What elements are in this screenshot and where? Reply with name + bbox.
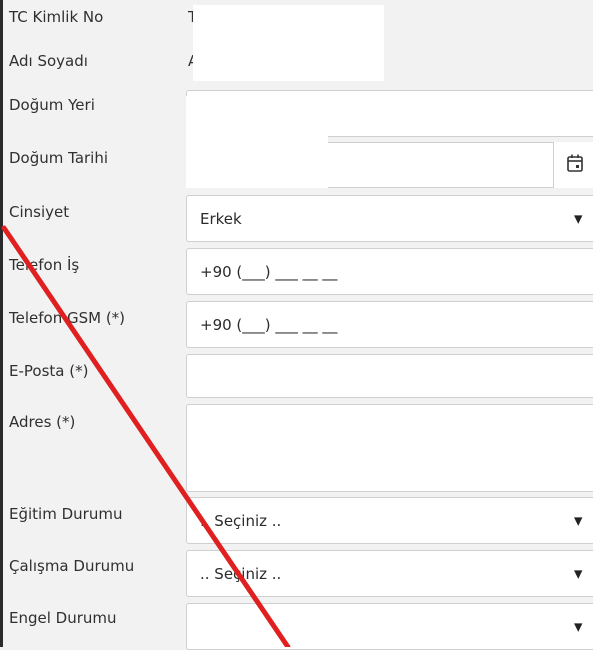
label-engel-durumu: Engel Durumu (9, 609, 117, 627)
label-adres: Adres (*) (9, 413, 76, 431)
calisma-durumu-select[interactable]: .. Seçiniz .. ▼ (186, 550, 593, 597)
label-eposta: E-Posta (*) (9, 362, 89, 380)
label-adi-soyadi: Adı Soyadı (9, 52, 88, 70)
chevron-down-icon: ▼ (574, 567, 583, 580)
eposta-input[interactable] (186, 354, 593, 398)
label-cinsiyet: Cinsiyet (9, 203, 70, 221)
chevron-down-icon: ▼ (574, 514, 583, 527)
adres-textarea[interactable] (186, 404, 593, 492)
label-dogum-tarihi: Doğum Tarihi (9, 149, 109, 167)
label-tc-kimlik-no: TC Kimlik No (9, 8, 104, 26)
label-dogum-yeri: Doğum Yeri (9, 96, 95, 114)
left-edge-strip (0, 0, 3, 647)
label-telefon-is: Telefon İş (9, 256, 80, 274)
cinsiyet-select[interactable]: Erkek ▼ (186, 195, 593, 242)
calendar-button[interactable] (553, 142, 593, 188)
label-telefon-gsm: Telefon GSM (*) (9, 309, 126, 327)
telefon-is-input[interactable]: +90 (___) ___ __ __ (186, 248, 593, 295)
chevron-down-icon: ▼ (574, 212, 583, 225)
label-calisma-durumu: Çalışma Durumu (9, 557, 135, 575)
engel-durumu-select[interactable]: ▼ (186, 603, 593, 650)
egitim-durumu-select[interactable]: .. Seçiniz .. ▼ (186, 497, 593, 544)
redaction-mask-identity (193, 5, 384, 81)
telefon-gsm-input[interactable]: +90 (___) ___ __ __ (186, 301, 593, 348)
calendar-icon (567, 154, 583, 172)
redaction-mask-birth (186, 96, 328, 188)
label-egitim-durumu: Eğitim Durumu (9, 505, 123, 523)
chevron-down-icon: ▼ (574, 620, 583, 633)
